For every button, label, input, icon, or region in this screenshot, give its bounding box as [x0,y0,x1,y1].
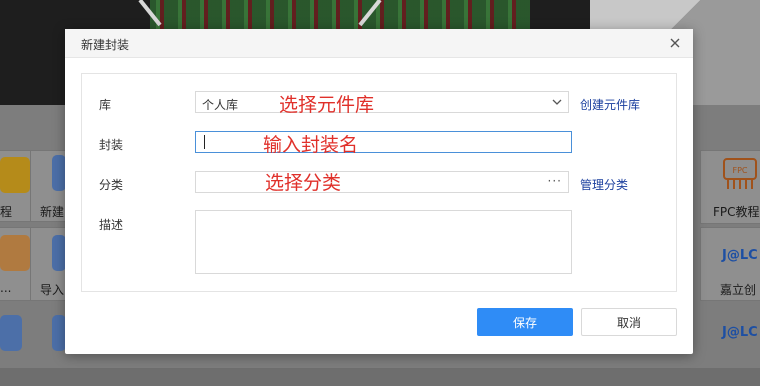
fpc-badge-text: FPC [732,166,747,175]
close-icon[interactable] [667,35,683,51]
jlc-logo: J@LC [722,248,758,263]
new-project-icon [52,155,66,191]
library-label: 库 [99,98,112,112]
library-select[interactable]: 个人库 [195,91,569,113]
chevron-down-icon [552,99,562,105]
description-textarea[interactable] [195,210,572,274]
annotation-footprint-name: 输入封装名 [263,134,359,156]
bg-label: FPC教程 [713,205,760,219]
footprint-label: 封装 [99,138,124,152]
bg-label: 程 [0,205,13,219]
footprint-name-input[interactable] [195,131,572,153]
library-select-value: 个人库 [202,98,239,112]
import-icon [52,235,66,271]
dialog-header: 新建封装 [65,29,693,58]
folder-icon [0,157,30,193]
fpc-icon: FPC [723,158,757,189]
bg-label: 嘉立创 [720,283,757,297]
create-library-link[interactable]: 创建元件库 [580,96,640,113]
description-label: 描述 [99,218,124,232]
bg-label: 导入 [40,283,65,297]
manage-category-link[interactable]: 管理分类 [580,176,628,193]
background-statusbar [0,368,760,386]
category-select[interactable]: ··· [195,171,569,193]
cancel-button[interactable]: 取消 [581,308,677,336]
annotation-select-library: 选择元件库 [279,94,375,116]
app-icon [52,315,66,351]
bg-label: 新建 [40,205,65,219]
text-cursor [204,135,205,149]
jlc-logo: J@LC [722,325,758,340]
annotation-select-category: 选择分类 [265,172,342,194]
category-label: 分类 [99,178,124,192]
save-button[interactable]: 保存 [477,308,573,336]
new-footprint-dialog: 新建封装 库 个人库 选择元件库 创建元件库 封装 输入封装名 分类 ··· 选… [65,29,693,354]
more-icon[interactable]: ··· [548,174,562,188]
bg-label: ... [0,281,12,295]
dialog-title: 新建封装 [81,38,130,52]
document-icon [0,235,30,271]
app-icon [0,315,22,351]
form-panel: 库 个人库 选择元件库 创建元件库 封装 输入封装名 分类 ··· 选择分类 管… [81,73,677,292]
